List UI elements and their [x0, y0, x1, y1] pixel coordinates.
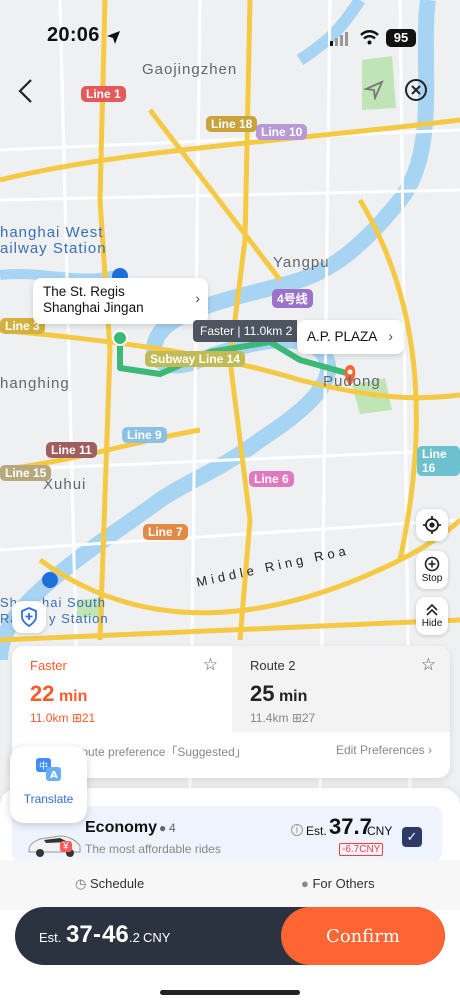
wifi-icon: [360, 30, 379, 45]
hide-label: Hide: [421, 618, 443, 629]
metro-line-label: Subway Line 14: [145, 351, 246, 367]
back-icon[interactable]: [16, 78, 36, 104]
ride-est-label: Est.: [306, 824, 327, 838]
metro-line-label: Line 6: [249, 471, 294, 487]
ride-description: The most affordable rides: [85, 842, 221, 856]
route-option-faster[interactable]: Faster 22 min 11.0km ⊞21 ☆: [12, 646, 232, 732]
destination-callout[interactable]: A.P. PLAZA ›: [297, 320, 404, 354]
shield-icon: [21, 607, 37, 627]
metro-line-label: 4号线: [272, 289, 313, 308]
target-icon: [423, 516, 441, 534]
app: Gaojingzhen Yangpu Xuhui hanghai West ai…: [0, 0, 460, 1000]
total-price-low: 37: [66, 921, 93, 948]
route-time-unit: min: [278, 688, 308, 705]
route-distance: 11.4km: [250, 711, 289, 725]
metro-line-label: Line 1: [81, 86, 126, 102]
route-distance: 11.0km: [30, 711, 69, 725]
destination-name: A.P. PLAZA: [307, 329, 378, 344]
route-toll: 27: [301, 711, 316, 725]
translate-icon: 中A: [36, 758, 61, 781]
metro-line-label: Line 16: [417, 446, 460, 476]
total-est-label: Est.: [39, 930, 62, 945]
translate-label: Translate: [23, 792, 74, 806]
route-toll: 21: [81, 711, 96, 725]
route-preference-text: nt route preference「Suggested」: [64, 745, 247, 759]
my-location-arrow-icon[interactable]: [364, 80, 384, 100]
route-name: Faster: [30, 658, 67, 673]
metro-line-label: Line 18: [206, 116, 258, 132]
recenter-button[interactable]: [416, 509, 448, 541]
ride-seats: 4: [169, 821, 176, 835]
place-label: ailway Station: [0, 240, 107, 257]
total-price-high: 46: [102, 921, 129, 948]
route-name: Route 2: [250, 658, 296, 673]
place-label: hai South: [42, 595, 106, 610]
trip-options: ◷ Schedule ● For Others: [0, 860, 460, 910]
svg-text:中: 中: [39, 760, 48, 772]
route-time-unit: min: [58, 688, 88, 705]
origin-name: The St. Regis Shanghai Jingan: [43, 284, 144, 315]
metro-line-label: Line 10: [256, 124, 308, 140]
place-label: hanghing: [0, 375, 70, 392]
translate-button[interactable]: 中A Translate: [10, 746, 87, 823]
route-time: 22: [30, 681, 55, 706]
ride-price: 37.7: [329, 814, 372, 839]
route-option-2[interactable]: Route 2 25 min 11.4km ⊞27 ☆: [232, 646, 450, 732]
discount-badge-icon: ¥: [60, 841, 72, 852]
signal-icon: [330, 32, 348, 46]
route-time: 25: [250, 681, 275, 706]
chevron-right-icon: ›: [195, 290, 200, 306]
battery-indicator: 95: [386, 29, 416, 47]
for-others-button[interactable]: ● For Others: [301, 876, 375, 891]
total-price-decimal: .2: [129, 930, 140, 945]
origin-callout[interactable]: The St. Regis Shanghai Jingan ›: [33, 278, 208, 324]
hide-button[interactable]: Hide: [416, 597, 448, 635]
safety-button[interactable]: [12, 601, 46, 633]
info-icon[interactable]: i: [291, 824, 303, 836]
ride-currency: CNY: [367, 824, 393, 838]
schedule-button[interactable]: ◷ Schedule: [75, 876, 144, 892]
metro-line-label: Line 7: [143, 524, 188, 540]
status-time: 20:06: [47, 24, 100, 46]
add-stop-icon: [424, 556, 440, 572]
toll-icon: ⊞: [291, 711, 302, 725]
origin-marker: [112, 330, 128, 346]
metro-line-label: Line 11: [46, 442, 97, 458]
route-tag: Faster | 11.0km 2: [193, 320, 297, 342]
add-stop-button[interactable]: Stop: [416, 551, 448, 589]
star-icon[interactable]: ☆: [203, 655, 218, 675]
double-chevron-up-icon: [426, 603, 438, 616]
seats-icon: ●: [159, 821, 167, 835]
place-label: y Station: [49, 611, 109, 626]
place-label: hanghai West: [0, 224, 104, 241]
place-label: Pudong: [323, 373, 381, 390]
edit-preferences-link[interactable]: Edit Preferences ›: [336, 743, 432, 757]
close-icon[interactable]: [404, 78, 428, 102]
svg-text:A: A: [50, 770, 58, 781]
home-indicator: [160, 990, 300, 995]
star-icon[interactable]: ☆: [421, 655, 436, 675]
confirm-button[interactable]: Confirm: [281, 907, 445, 965]
location-arrow-icon: [107, 31, 120, 44]
metro-line-label: Line 15: [0, 465, 52, 481]
chevron-right-icon: ›: [388, 328, 393, 344]
person-icon: ●: [301, 876, 309, 891]
place-label: Yangpu: [273, 254, 330, 271]
toll-icon: ⊞: [71, 711, 82, 725]
stop-label: Stop: [421, 573, 443, 584]
ride-name: Economy: [85, 819, 158, 836]
status-bar: 20:06 95: [0, 0, 460, 70]
total-price-dash: -: [93, 921, 101, 948]
metro-icon: [42, 572, 58, 588]
clock-icon: ◷: [75, 876, 87, 891]
metro-line-label: Line 9: [122, 427, 167, 443]
car-icon: [28, 835, 81, 857]
total-currency: CNY: [143, 930, 171, 945]
ride-discount: -6.7CNY: [339, 843, 384, 856]
checkbox-checked[interactable]: ✓: [402, 827, 422, 847]
